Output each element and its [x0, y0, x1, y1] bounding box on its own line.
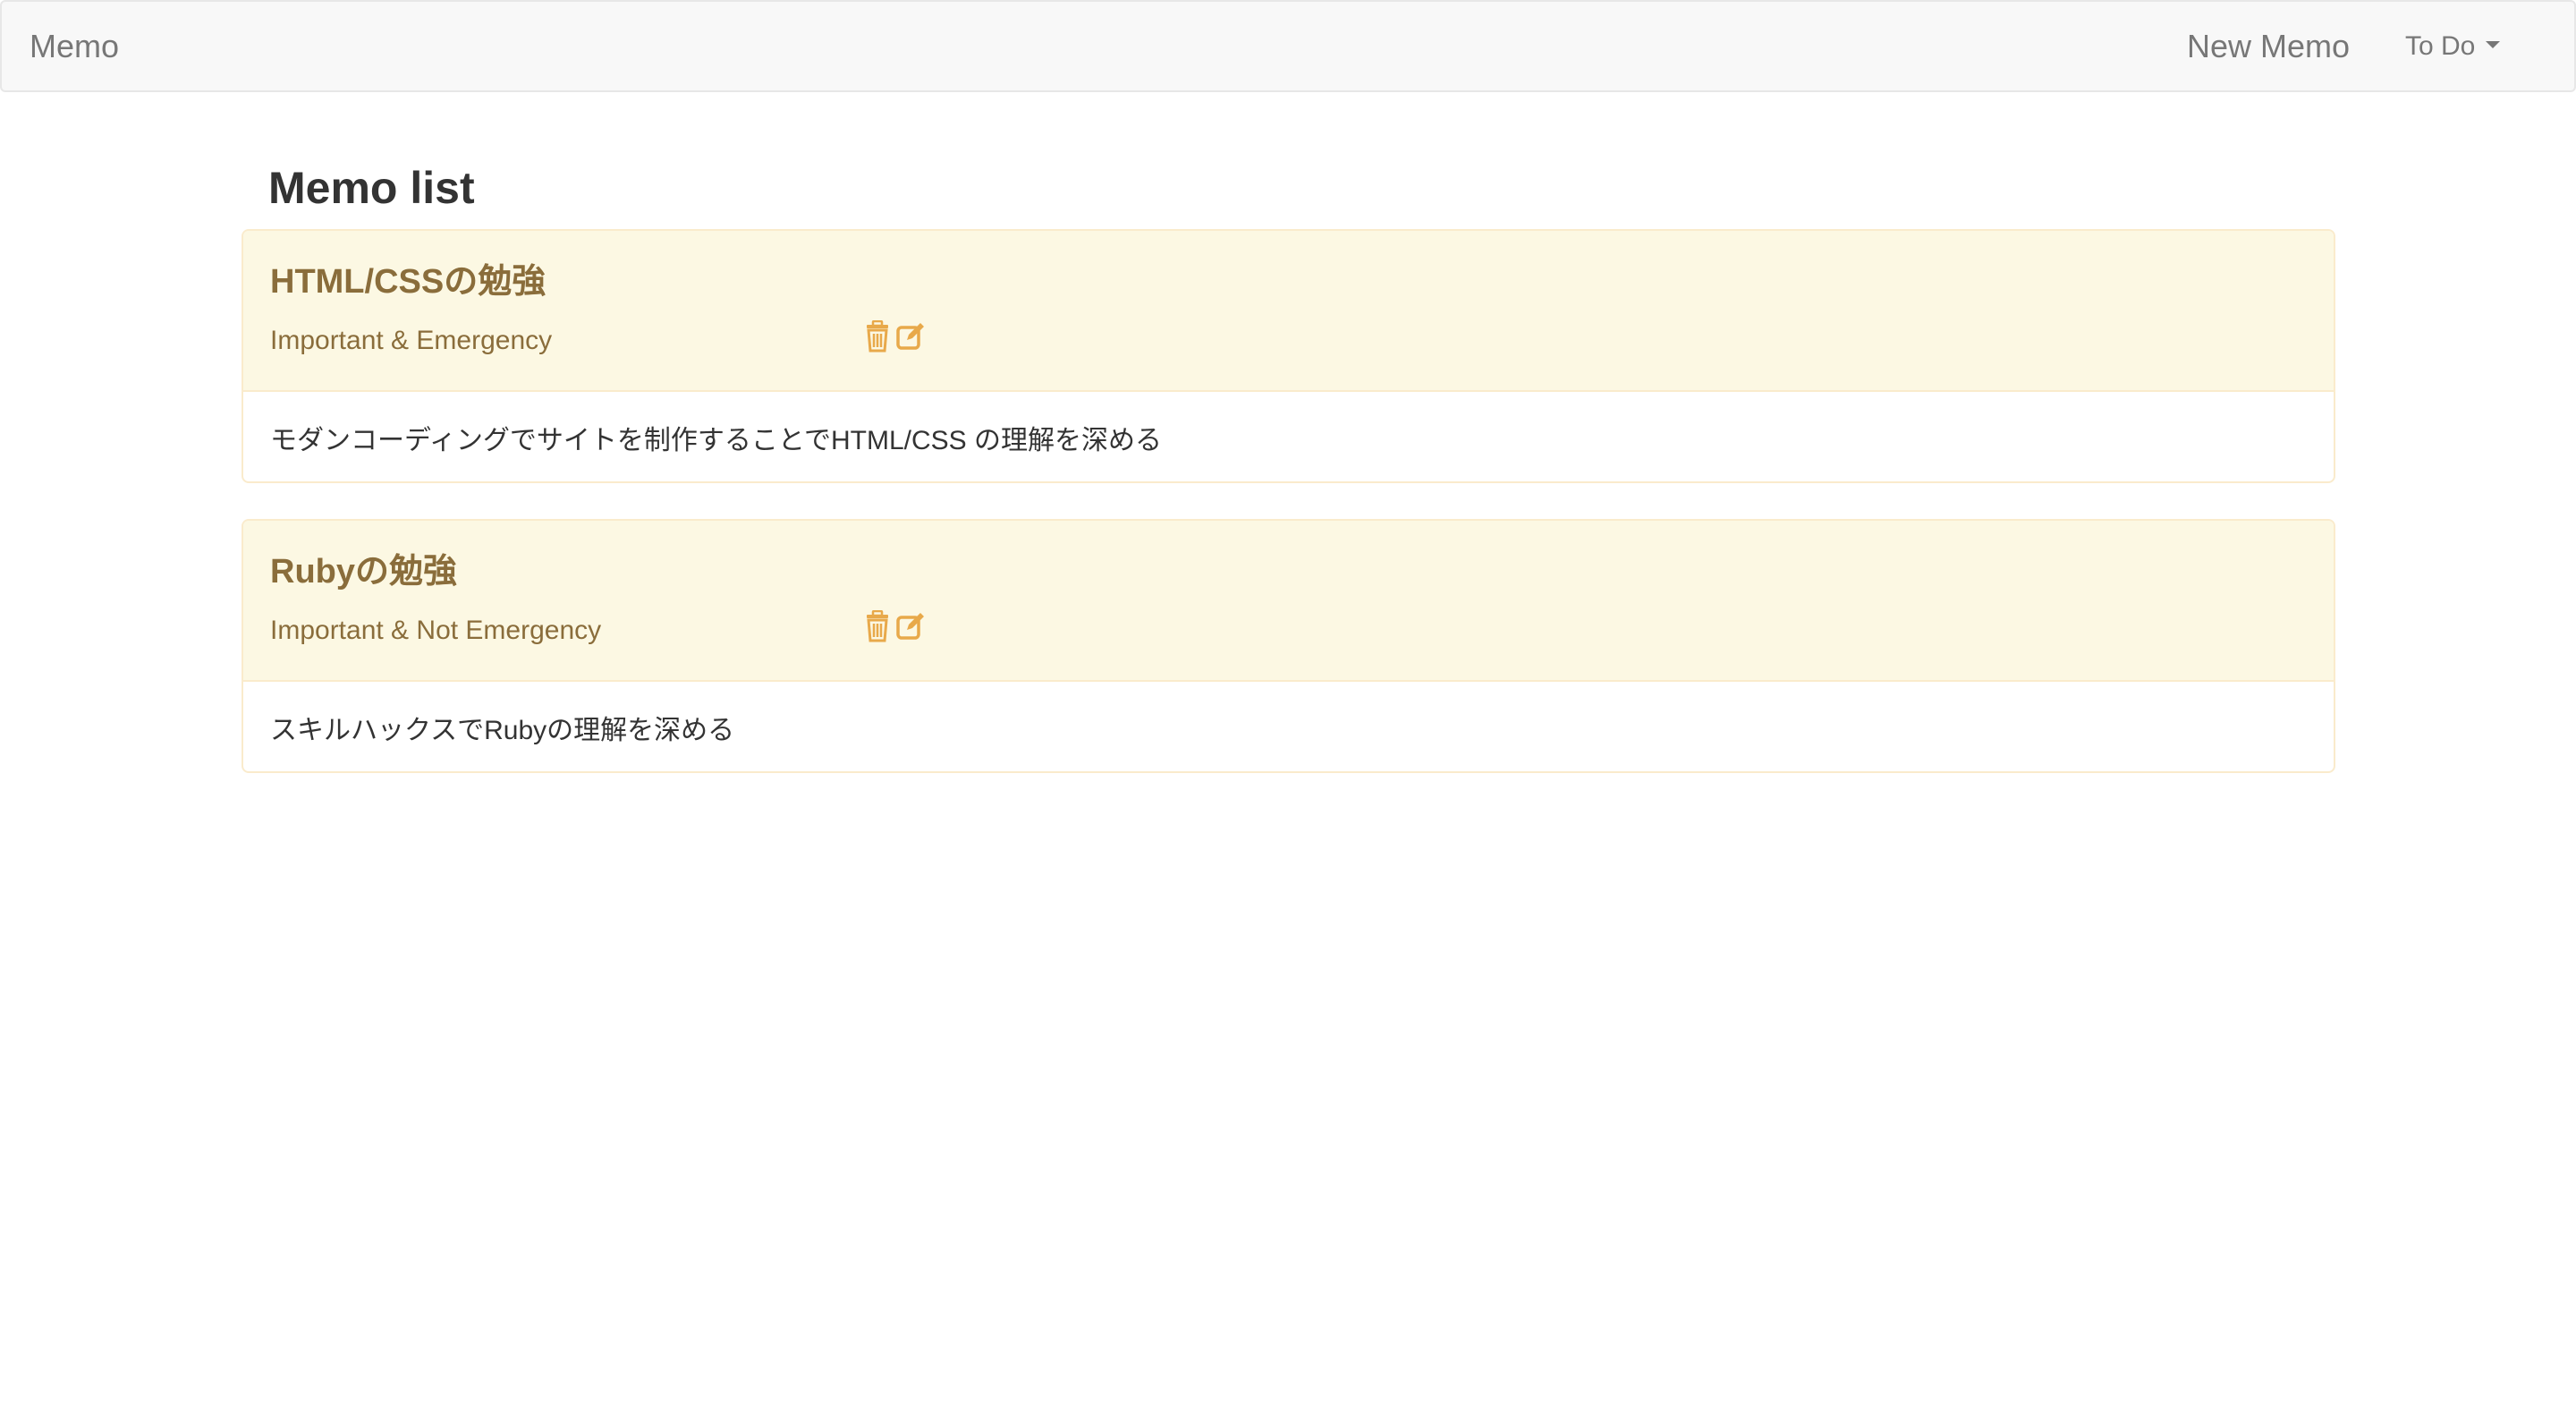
memo-panel: Rubyの勉強 Important & Not Emergency スキルハック… — [242, 519, 2335, 773]
memo-title: HTML/CSSの勉強 — [270, 263, 547, 301]
memo-category: Important & Emergency — [270, 326, 553, 355]
memo-category: Important & Not Emergency — [270, 616, 602, 645]
memo-panel: HTML/CSSの勉強 Important & Emergency モダンコーデ… — [242, 229, 2335, 483]
memo-panel-heading: HTML/CSSの勉強 Important & Emergency — [243, 231, 2334, 392]
memo-panel-heading: Rubyの勉強 Important & Not Emergency — [243, 521, 2334, 682]
brand-link[interactable]: Memo — [30, 2, 119, 91]
edit-icon[interactable] — [896, 320, 925, 360]
todo-dropdown-label: To Do — [2405, 31, 2476, 61]
trash-icon[interactable] — [865, 320, 894, 360]
top-navbar: Memo New Memo To Do — [0, 0, 2576, 92]
edit-icon[interactable] — [896, 610, 925, 650]
memo-body: モダンコーディングでサイトを制作することでHTML/CSS の理解を深める — [270, 426, 1163, 455]
todo-dropdown[interactable]: To Do — [2405, 2, 2501, 91]
trash-icon[interactable] — [865, 610, 894, 650]
memo-body: スキルハックスでRubyの理解を深める — [270, 716, 735, 745]
memo-title: Rubyの勉強 — [270, 553, 458, 591]
caret-down-icon — [2486, 41, 2501, 49]
new-memo-link[interactable]: New Memo — [2187, 2, 2350, 91]
page-title: Memo list — [268, 163, 475, 213]
